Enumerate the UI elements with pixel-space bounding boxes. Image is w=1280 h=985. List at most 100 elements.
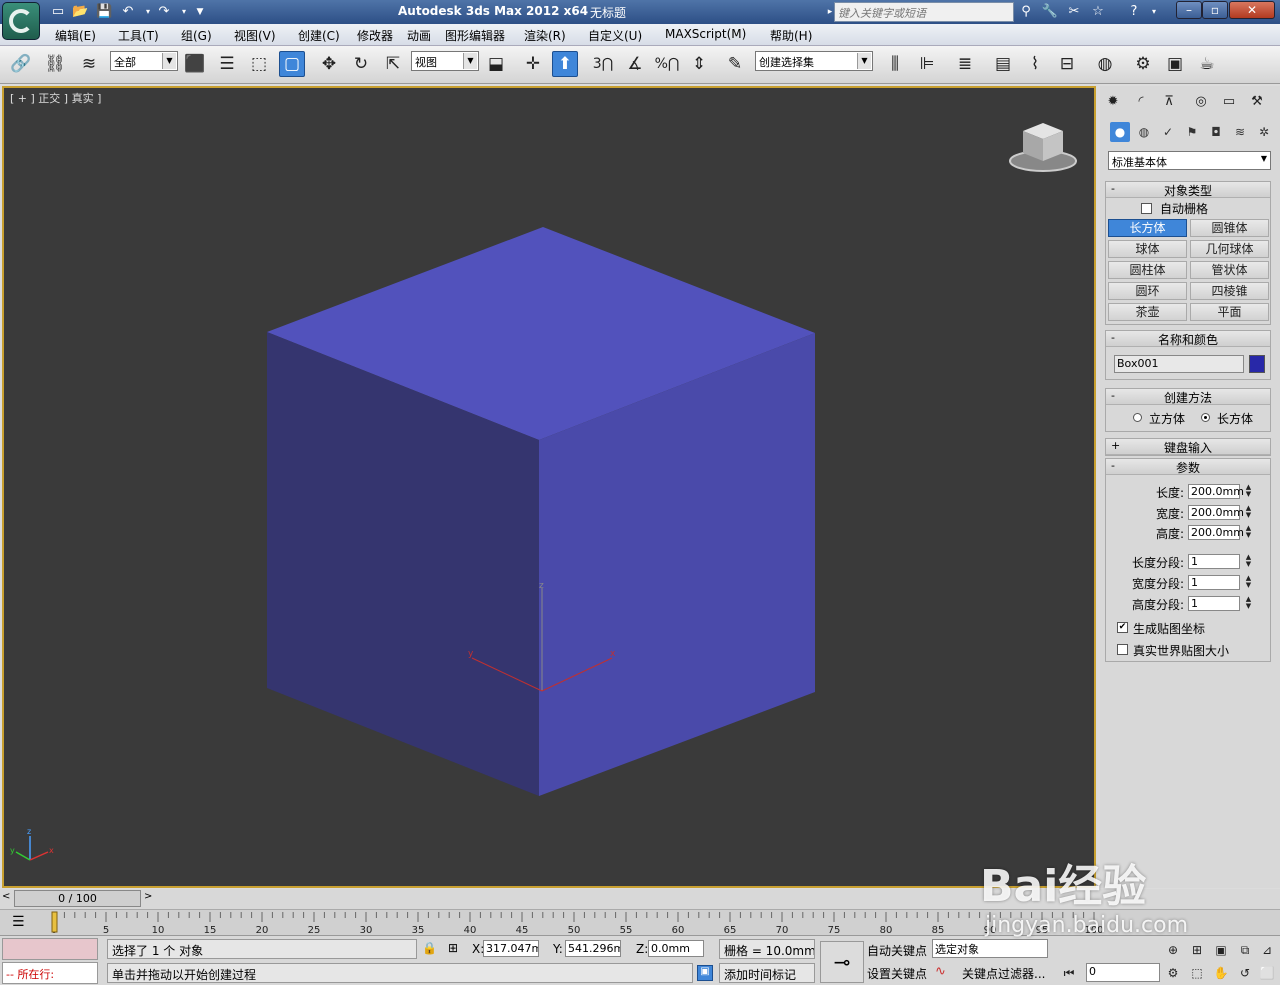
- subscription-icon[interactable]: 🔧: [1040, 3, 1060, 21]
- torus-button[interactable]: 圆环: [1108, 282, 1187, 300]
- select-object-icon[interactable]: ⬛: [182, 51, 208, 77]
- material-editor-icon[interactable]: ◍: [1092, 51, 1118, 77]
- create-tab-icon[interactable]: ✹: [1102, 90, 1124, 112]
- set-key-button[interactable]: 设置关键点: [867, 965, 927, 982]
- keyboard-entry-header[interactable]: + 键盘输入: [1106, 439, 1270, 455]
- curve-editor-icon[interactable]: ⌇: [1022, 51, 1048, 77]
- snaps-toggle-icon[interactable]: 3 ⋂: [590, 51, 616, 77]
- app-logo-icon[interactable]: [2, 2, 40, 40]
- maximize-button[interactable]: ▫: [1202, 1, 1228, 19]
- rendered-frame-window-icon[interactable]: ▣: [1162, 51, 1188, 77]
- cylinder-button[interactable]: 圆柱体: [1108, 261, 1187, 279]
- object-type-header[interactable]: - 对象类型: [1106, 182, 1270, 198]
- select-move-icon[interactable]: ✥: [316, 51, 342, 77]
- open-file-icon[interactable]: 📂: [72, 4, 88, 20]
- space-warps-icon[interactable]: ≋: [1230, 122, 1250, 142]
- geometry-category-select[interactable]: 标准基本体 ▼: [1108, 151, 1271, 170]
- spinner-arrows-icon[interactable]: ▲ ▼: [1244, 525, 1253, 540]
- spinner-arrows-icon[interactable]: ▲ ▼: [1244, 596, 1253, 611]
- render-setup-icon[interactable]: ⚙: [1130, 51, 1156, 77]
- redo-icon[interactable]: ↷: [156, 4, 172, 20]
- set-key-icon[interactable]: ⊸: [820, 941, 864, 983]
- named-selection-set-select[interactable]: 创建选择集 ▼: [755, 51, 873, 71]
- menu-rendering[interactable]: 渲染(R): [524, 27, 566, 44]
- maxscript-listener-mini[interactable]: [2, 938, 98, 960]
- select-manipulate-icon[interactable]: ✛: [520, 51, 546, 77]
- time-slider[interactable]: 0 / 100: [14, 890, 141, 907]
- keyboard-shortcut-override-icon[interactable]: ⬆: [552, 51, 578, 77]
- modify-tab-icon[interactable]: ◜: [1130, 90, 1152, 112]
- percent-snap-icon[interactable]: % ⋂: [654, 51, 680, 77]
- key-filters-button[interactable]: 关键点过滤器...: [962, 965, 1045, 982]
- save-file-icon[interactable]: 💾: [96, 4, 112, 20]
- current-frame-field[interactable]: 0: [1086, 963, 1160, 982]
- select-and-link-icon[interactable]: 🔗: [8, 51, 34, 77]
- length-segs-spinner[interactable]: 1: [1188, 554, 1240, 569]
- geosphere-button[interactable]: 几何球体: [1190, 240, 1269, 258]
- next-frame-icon[interactable]: >: [144, 891, 152, 902]
- maximize-viewport-icon[interactable]: ⬜: [1258, 964, 1276, 982]
- menu-maxscript[interactable]: MAXScript(M): [665, 27, 746, 41]
- width-segs-spinner[interactable]: 1: [1188, 575, 1240, 590]
- region-zoom-icon[interactable]: ⬚: [1188, 964, 1206, 982]
- menu-customize[interactable]: 自定义(U): [588, 27, 642, 44]
- close-button[interactable]: ✕: [1229, 1, 1275, 19]
- key-mode-select[interactable]: 选定对象: [932, 939, 1048, 958]
- viewcube[interactable]: [1008, 121, 1078, 176]
- display-tab-icon[interactable]: ▭: [1218, 90, 1240, 112]
- perspective-viewport[interactable]: [ + ] 正交 ] 真实 ] y x z z y x: [2, 86, 1096, 888]
- cone-button[interactable]: 圆锥体: [1190, 219, 1269, 237]
- edit-named-selection-icon[interactable]: ✎: [722, 51, 748, 77]
- mini-curve-editor-icon[interactable]: ☰: [12, 914, 25, 930]
- angle-snap-icon[interactable]: ∡: [622, 51, 648, 77]
- selection-lock-icon[interactable]: 🔒: [422, 941, 437, 955]
- undo-dropdown-icon[interactable]: ▾: [140, 4, 156, 20]
- object-color-swatch[interactable]: [1249, 355, 1265, 373]
- quick-access-customize-icon[interactable]: ▼: [192, 4, 208, 20]
- render-production-icon[interactable]: ☕: [1194, 51, 1220, 77]
- window-crossing-icon[interactable]: ▢: [279, 51, 305, 77]
- spinner-arrows-icon[interactable]: ▲ ▼: [1244, 505, 1253, 520]
- absolute-mode-icon[interactable]: ⊞: [448, 941, 458, 955]
- time-config-icon[interactable]: ⚙: [1164, 964, 1182, 982]
- orbit-icon[interactable]: ↺: [1236, 964, 1254, 982]
- zoom-extents-all-icon[interactable]: ⧉: [1236, 941, 1254, 959]
- name-color-header[interactable]: - 名称和颜色: [1106, 331, 1270, 347]
- spinner-arrows-icon[interactable]: ▲ ▼: [1244, 554, 1253, 569]
- helpers-icon[interactable]: ◘: [1206, 122, 1226, 142]
- menu-edit[interactable]: 编辑(E): [55, 27, 96, 44]
- box-button[interactable]: 长方体: [1108, 219, 1187, 237]
- zoom-all-icon[interactable]: ⊞: [1188, 941, 1206, 959]
- sphere-button[interactable]: 球体: [1108, 240, 1187, 258]
- tube-button[interactable]: 管状体: [1190, 261, 1269, 279]
- menu-group[interactable]: 组(G): [181, 27, 212, 44]
- select-scale-icon[interactable]: ⇱: [380, 51, 406, 77]
- unlink-icon[interactable]: ⛓: [42, 51, 68, 77]
- zoom-extents-icon[interactable]: ▣: [1212, 941, 1230, 959]
- time-tag-icon[interactable]: ▣: [697, 965, 713, 981]
- help-dropdown-icon[interactable]: ▾: [1144, 3, 1164, 21]
- bind-space-warp-icon[interactable]: ≋: [76, 51, 102, 77]
- lights-icon[interactable]: ✓: [1158, 122, 1178, 142]
- help-icon[interactable]: ?: [1124, 3, 1144, 21]
- prev-frame-icon[interactable]: <: [2, 891, 10, 902]
- selection-filter-select[interactable]: 全部 ▼: [110, 51, 178, 71]
- pyramid-button[interactable]: 四棱锥: [1190, 282, 1269, 300]
- mirror-icon[interactable]: ⫼: [882, 51, 908, 77]
- shapes-icon[interactable]: ◍: [1134, 122, 1154, 142]
- cameras-icon[interactable]: ⚑: [1182, 122, 1202, 142]
- timeline-ruler[interactable]: 0510152025303540455055606570758085909510…: [48, 910, 1108, 936]
- creation-method-header[interactable]: - 创建方法: [1106, 389, 1270, 405]
- binoculars-icon[interactable]: ⚲: [1016, 3, 1036, 21]
- menu-animation[interactable]: 动画: [407, 27, 431, 44]
- gen-map-coords-checkbox[interactable]: ✔: [1117, 622, 1128, 633]
- motion-tab-icon[interactable]: ◎: [1190, 90, 1212, 112]
- object-name-input[interactable]: Box001: [1114, 355, 1244, 373]
- current-frame-marker[interactable]: [51, 911, 58, 933]
- hierarchy-tab-icon[interactable]: ⊼: [1158, 90, 1180, 112]
- goto-start-icon[interactable]: ⏮: [1060, 964, 1078, 982]
- auto-key-button[interactable]: 自动关键点: [867, 942, 927, 959]
- z-coordinate-field[interactable]: 0.0mm: [648, 940, 704, 957]
- favorites-star-icon[interactable]: ☆: [1088, 3, 1108, 21]
- systems-icon[interactable]: ✲: [1254, 122, 1274, 142]
